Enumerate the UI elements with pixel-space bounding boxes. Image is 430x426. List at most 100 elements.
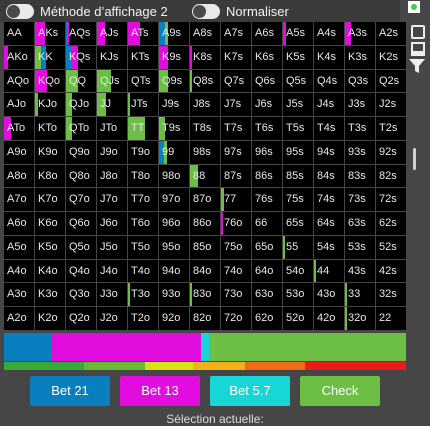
- hand-cell[interactable]: QTo: [66, 117, 96, 140]
- hand-cell[interactable]: A5o: [4, 235, 34, 259]
- hand-cell[interactable]: T3s: [345, 117, 375, 140]
- normalize-toggle[interactable]: [192, 4, 220, 19]
- hand-cell[interactable]: Q7s: [221, 69, 251, 93]
- hand-cell[interactable]: 63s: [345, 212, 375, 235]
- hand-cell[interactable]: 86s: [252, 164, 282, 188]
- hand-cell[interactable]: K9o: [35, 140, 65, 164]
- hand-cell[interactable]: Q9o: [66, 140, 96, 164]
- hand-cell[interactable]: JTo: [97, 117, 127, 140]
- hand-cell[interactable]: J5s: [283, 93, 313, 117]
- hand-cell[interactable]: 22: [376, 307, 406, 330]
- hand-cell[interactable]: AJs: [97, 22, 127, 45]
- hand-cell[interactable]: 92s: [376, 140, 406, 164]
- hand-cell[interactable]: 86o: [190, 212, 220, 235]
- hand-cell[interactable]: 62s: [376, 212, 406, 235]
- hand-cell[interactable]: K6s: [252, 45, 282, 69]
- hand-cell[interactable]: AQo: [4, 69, 34, 93]
- hand-cell[interactable]: J4o: [97, 259, 127, 283]
- hand-cell[interactable]: K4s: [314, 45, 344, 69]
- hand-cell[interactable]: A2s: [376, 22, 406, 45]
- hand-cell[interactable]: A5s: [283, 22, 313, 45]
- hand-cell[interactable]: 72o: [221, 307, 251, 330]
- hand-cell[interactable]: 93s: [345, 140, 375, 164]
- hand-cell[interactable]: 88: [190, 164, 220, 188]
- hand-cell[interactable]: K4o: [35, 259, 65, 283]
- hand-cell[interactable]: 99: [159, 140, 189, 164]
- hand-cell[interactable]: 98o: [159, 164, 189, 188]
- hand-cell[interactable]: QJo: [66, 93, 96, 117]
- hand-cell[interactable]: 54o: [283, 259, 313, 283]
- hand-cell[interactable]: 87s: [221, 164, 251, 188]
- hand-cell[interactable]: 73s: [345, 188, 375, 212]
- hand-cell[interactable]: 55: [283, 235, 313, 259]
- hand-cell[interactable]: Q8o: [66, 164, 96, 188]
- hand-cell[interactable]: 87o: [190, 188, 220, 212]
- hand-cell[interactable]: K3o: [35, 283, 65, 307]
- hand-cell[interactable]: K8o: [35, 164, 65, 188]
- filter-icon[interactable]: [408, 58, 426, 74]
- hand-cell[interactable]: A6s: [252, 22, 282, 45]
- hand-cell[interactable]: T2o: [128, 307, 158, 330]
- hand-cell[interactable]: J3o: [97, 283, 127, 307]
- hand-cell[interactable]: A7s: [221, 22, 251, 45]
- hand-cell[interactable]: 94o: [159, 259, 189, 283]
- hand-cell[interactable]: KQo: [35, 69, 65, 93]
- hand-cell[interactable]: Q4o: [66, 259, 96, 283]
- hand-cell[interactable]: J6o: [97, 212, 127, 235]
- hand-cell[interactable]: A7o: [4, 188, 34, 212]
- hand-cell[interactable]: KTs: [128, 45, 158, 69]
- scrollbar[interactable]: [413, 148, 416, 170]
- hand-cell[interactable]: A3s: [345, 22, 375, 45]
- hand-cell[interactable]: T9o: [128, 140, 158, 164]
- hand-cell[interactable]: 42s: [376, 259, 406, 283]
- hand-cell[interactable]: AQs: [66, 22, 96, 45]
- hand-cell[interactable]: 77: [221, 188, 251, 212]
- export-icon[interactable]: [411, 25, 425, 39]
- hand-cell[interactable]: 83o: [190, 283, 220, 307]
- hand-cell[interactable]: K7s: [221, 45, 251, 69]
- hand-cell[interactable]: KJo: [35, 93, 65, 117]
- hand-cell[interactable]: J5o: [97, 235, 127, 259]
- hand-cell[interactable]: 93o: [159, 283, 189, 307]
- hand-cell[interactable]: A3o: [4, 283, 34, 307]
- hand-cell[interactable]: 64o: [252, 259, 282, 283]
- hand-cell[interactable]: TT: [128, 117, 158, 140]
- hand-cell[interactable]: K8s: [190, 45, 220, 69]
- hand-cell[interactable]: Q9s: [159, 69, 189, 93]
- hand-cell[interactable]: Q4s: [314, 69, 344, 93]
- hand-cell[interactable]: 92o: [159, 307, 189, 330]
- hand-cell[interactable]: T6s: [252, 117, 282, 140]
- hand-cell[interactable]: 52s: [376, 235, 406, 259]
- hand-cell[interactable]: 85s: [283, 164, 313, 188]
- hand-cell[interactable]: 66: [252, 212, 282, 235]
- hand-cell[interactable]: A4o: [4, 259, 34, 283]
- hand-cell[interactable]: 97s: [221, 140, 251, 164]
- hand-cell[interactable]: T3o: [128, 283, 158, 307]
- hand-cell[interactable]: ATo: [4, 117, 34, 140]
- hand-cell[interactable]: Q2o: [66, 307, 96, 330]
- hand-cell[interactable]: 32o: [345, 307, 375, 330]
- hand-cell[interactable]: 32s: [376, 283, 406, 307]
- hand-cell[interactable]: 65o: [252, 235, 282, 259]
- window-icon[interactable]: [411, 42, 425, 56]
- hand-cell[interactable]: 97o: [159, 188, 189, 212]
- hand-cell[interactable]: T9s: [159, 117, 189, 140]
- hand-cell[interactable]: ATs: [128, 22, 158, 45]
- hand-cell[interactable]: T4s: [314, 117, 344, 140]
- hand-cell[interactable]: K9s: [159, 45, 189, 69]
- hand-cell[interactable]: 85o: [190, 235, 220, 259]
- hand-cell[interactable]: A4s: [314, 22, 344, 45]
- hand-cell[interactable]: 44: [314, 259, 344, 283]
- hand-cell[interactable]: 95s: [283, 140, 313, 164]
- hand-cell[interactable]: J8s: [190, 93, 220, 117]
- hand-cell[interactable]: 74o: [221, 259, 251, 283]
- bet-5-7-button[interactable]: Bet 5.7: [210, 376, 290, 406]
- hand-cell[interactable]: T4o: [128, 259, 158, 283]
- hand-cell[interactable]: Q5s: [283, 69, 313, 93]
- hand-cell[interactable]: J6s: [252, 93, 282, 117]
- hand-cell[interactable]: 98s: [190, 140, 220, 164]
- hand-cell[interactable]: 52o: [283, 307, 313, 330]
- hand-cell[interactable]: K3s: [345, 45, 375, 69]
- hand-cell[interactable]: 53s: [345, 235, 375, 259]
- hand-cell[interactable]: K2s: [376, 45, 406, 69]
